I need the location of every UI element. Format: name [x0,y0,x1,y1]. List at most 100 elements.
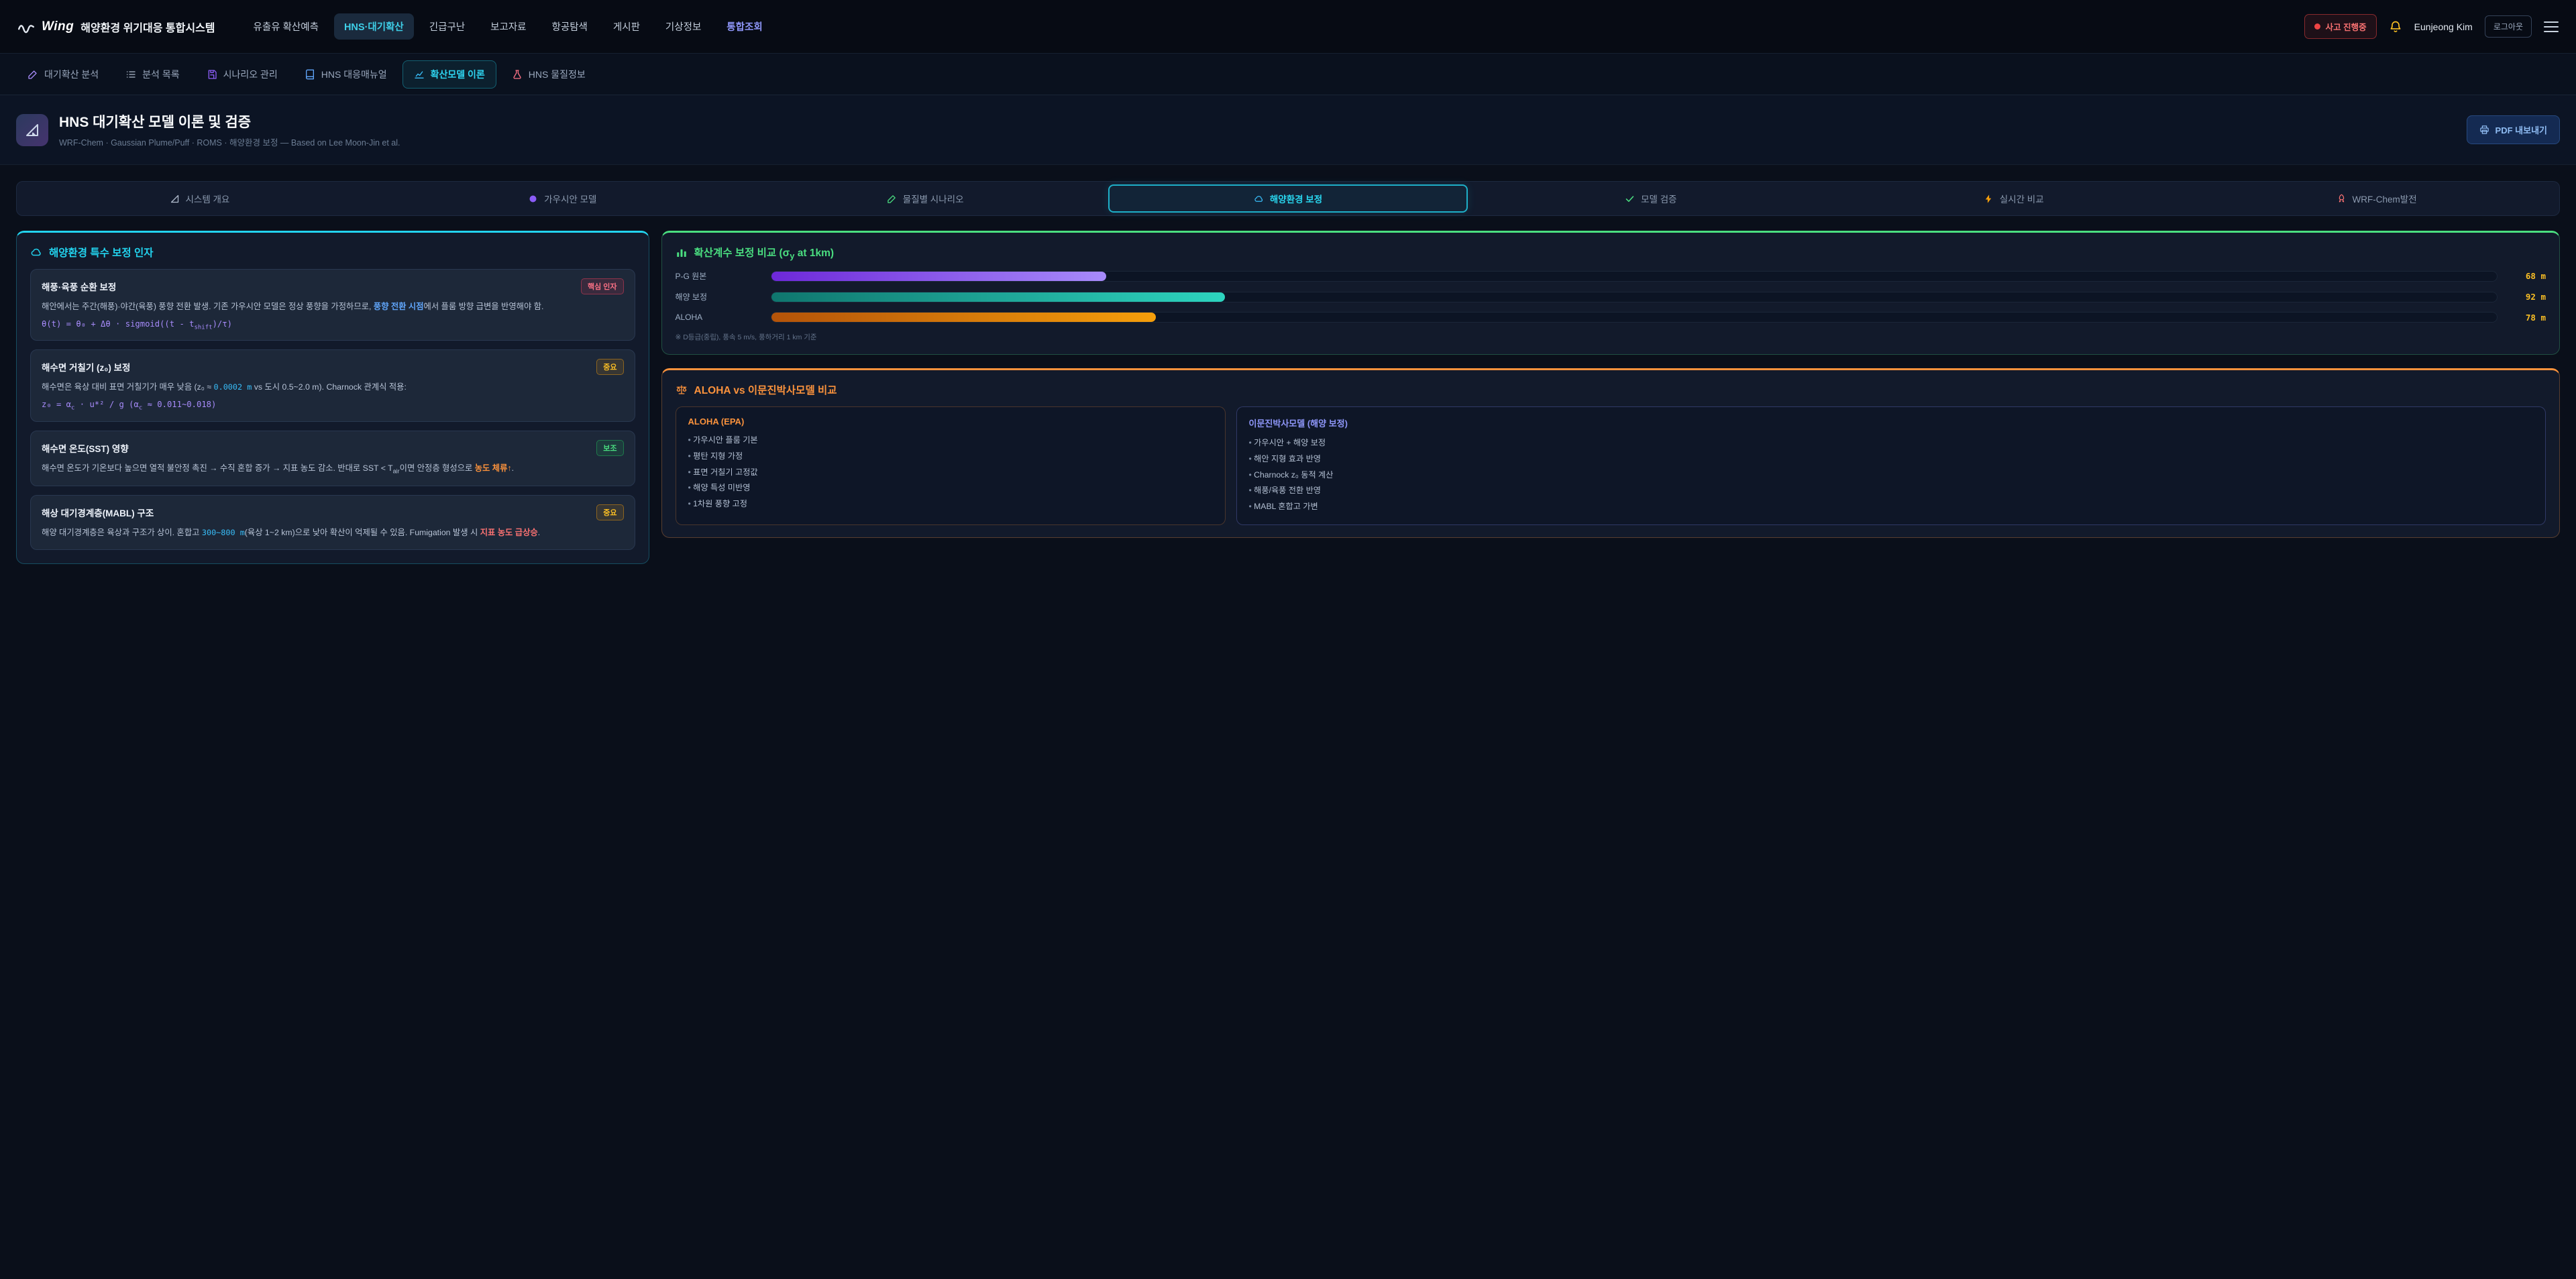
section-tab-marine-correction[interactable]: 해양환경 보정 [1108,184,1468,213]
pdf-export-button[interactable]: PDF 내보내기 [2467,115,2560,144]
list-item: 평탄 지형 가정 [688,449,1213,465]
bar-value: 78 m [2507,313,2546,323]
bar-row-aloha: ALOHA 78 m [676,312,2546,323]
nav-item-board[interactable]: 게시판 [603,13,650,40]
brand[interactable]: Wing 해양환경 위기대응 통합시스템 [17,18,215,36]
notification-bell-button[interactable] [2389,20,2402,34]
subtab-atmospheric-analysis[interactable]: 대기확산 분석 [16,60,110,89]
section-tab-realtime-comparison[interactable]: 실시간 비교 [1833,184,2194,213]
section-tab-wrf-chem[interactable]: WRF-Chem발전 [2196,184,2557,213]
bar-row-marine-corrected: 해양 보정 92 m [676,291,2546,302]
rocket-icon [2337,194,2347,204]
comparison-card-title: ALOHA vs 이문진박사모델 비교 [694,382,837,397]
model-comparison-card: ALOHA vs 이문진박사모델 비교 ALOHA (EPA) 가우시안 플룸 … [661,368,2561,538]
check-icon [1625,194,1635,204]
navbar-right: 사고 진행중 Eunjeong Kim 로그아웃 [2304,14,2559,39]
bar-track [771,312,2498,323]
section-tab-system-overview[interactable]: 시스템 개요 [19,184,380,213]
list-item: 해풍/육풍 전환 반영 [1249,483,2534,499]
subtab-label: 대기확산 분석 [44,68,99,81]
subtab-label: HNS 물질정보 [529,68,586,81]
subtab-label: 시나리오 관리 [223,68,278,81]
subtab-label: HNS 대응매뉴얼 [321,68,387,81]
list-icon [125,69,136,80]
nav-item-reports[interactable]: 보고자료 [480,13,536,40]
subtab-scenario-management[interactable]: 시나리오 관리 [195,60,289,89]
list-item: 해양 특성 미반영 [688,480,1213,496]
section-tab-label: WRF-Chem발전 [2353,192,2417,205]
comparison-grid: ALOHA (EPA) 가우시안 플룸 기본 평탄 지형 가정 표면 거칠기 고… [676,406,2546,525]
factor-sst-influence: 해수면 온도(SST) 영향 보조 해수면 온도가 기온보다 높으면 열적 불안… [30,431,635,487]
aloha-model-box: ALOHA (EPA) 가우시안 플룸 기본 평탄 지형 가정 표면 거칠기 고… [676,406,1226,525]
hamburger-menu-icon[interactable] [2544,19,2559,34]
logo-text: Wing [42,19,74,34]
list-item: 가우시안 플룸 기본 [688,433,1213,449]
subtab-analysis-list[interactable]: 분석 목록 [114,60,191,89]
bar-value: 68 m [2507,271,2546,281]
bar-fill-aloha [771,313,1156,322]
page-title: HNS 대기확산 모델 이론 및 검증 [59,111,400,131]
factor-body: 해양 대기경계층은 육상과 구조가 상이. 혼합고 300~800 m(육상 1… [42,526,624,540]
factor-badge: 보조 [596,440,623,456]
subtab-diffusion-model-theory[interactable]: 확산모델 이론 [402,60,496,89]
incident-status-label: 사고 진행중 [2326,20,2367,33]
sigma-card-header: 확산계수 보정 비교 (σy at 1km) [676,245,2546,261]
page-title-block: HNS 대기확산 모델 이론 및 검증 WRF-Chem · Gaussian … [59,111,400,148]
bar-chart-icon [676,247,688,259]
section-tab-label: 실시간 비교 [2000,192,2044,205]
main-content: 해양환경 특수 보정 인자 해풍·육풍 순환 보정 핵심 인자 해안에서는 주간… [0,216,2576,579]
list-item: MABL 혼합고 가변 [1249,499,2534,515]
marine-correction-card: 해양환경 특수 보정 인자 해풍·육풍 순환 보정 핵심 인자 해안에서는 주간… [16,231,649,564]
subtab-label: 분석 목록 [142,68,179,81]
moonjin-feature-list: 가우시안 + 해양 보정 해안 지형 효과 반영 Charnock z₀ 동적 … [1249,435,2534,515]
logout-button[interactable]: 로그아웃 [2485,15,2532,38]
cloud-icon [1254,194,1264,204]
set-square-ruler-icon [24,122,40,138]
section-tab-model-validation[interactable]: 모델 검증 [1470,184,1831,213]
nav-item-weather-info[interactable]: 기상정보 [655,13,711,40]
factor-title: 해수면 거칠기 (z₀) 보정 [42,360,130,374]
bar-label: P-G 원본 [676,270,761,282]
sigma-comparison-card: 확산계수 보정 비교 (σy at 1km) P-G 원본 68 m 해양 보정… [661,231,2561,355]
factor-sea-surface-roughness: 해수면 거칠기 (z₀) 보정 중요 해수면은 육상 대비 표면 거칠기가 매우… [30,349,635,421]
section-tab-gaussian-model[interactable]: 가우시안 모델 [382,184,743,213]
subtab-hns-substance-info[interactable]: HNS 물질정보 [500,60,597,89]
module-tab-bar: 대기확산 분석 분석 목록 시나리오 관리 HNS 대응매뉴얼 확산모델 이론 … [0,54,2576,95]
list-item: 표면 거칠기 고정값 [688,465,1213,481]
balance-scales-icon [676,384,688,396]
factor-formula: z₀ = αc · u*² / g (αc ≈ 0.011~0.018) [42,400,624,411]
marine-card-header: 해양환경 특수 보정 인자 [30,245,635,260]
marine-card-title: 해양환경 특수 보정 인자 [49,245,154,260]
section-tab-label: 해양환경 보정 [1270,192,1322,205]
nav-item-aerial-search[interactable]: 항공탐색 [542,13,598,40]
triangle-ruler-icon [170,194,180,204]
subtab-hns-response-manual[interactable]: HNS 대응매뉴얼 [293,60,398,89]
list-item: 1차원 풍향 고정 [688,496,1213,512]
pencil-icon [28,69,38,80]
nav-item-hns-atmospheric[interactable]: HNS·대기확산 [334,13,414,40]
list-item: 해안 지형 효과 반영 [1249,451,2534,467]
book-icon [305,69,315,80]
section-tab-substance-scenarios[interactable]: 물질별 시나리오 [745,184,1106,213]
nav-item-integrated-search[interactable]: 통합조회 [716,13,772,40]
bar-track [771,271,2498,282]
incident-status-badge: 사고 진행중 [2304,14,2377,39]
moonjin-model-box: 이문진박사모델 (해양 보정) 가우시안 + 해양 보정 해안 지형 효과 반영… [1236,406,2546,525]
pencil-icon [887,194,897,204]
main-menu: 유출유 확산예측 HNS·대기확산 긴급구난 보고자료 항공탐색 게시판 기상정… [244,13,773,40]
factor-formula: θ(t) = θ₀ + Δθ · sigmoid((t - tshift)/τ) [42,319,624,331]
subtab-label: 확산모델 이론 [431,68,485,81]
page-subtitle: WRF-Chem · Gaussian Plume/Puff · ROMS · … [59,135,400,148]
bell-icon [2389,20,2402,34]
status-dot-icon [2314,23,2320,30]
bar-fill-pg-original [771,272,1107,281]
user-name: Eunjeong Kim [2414,21,2473,32]
list-item: Charnock z₀ 동적 계산 [1249,467,2534,484]
bar-label: 해양 보정 [676,291,761,302]
nav-item-oil-spill-prediction[interactable]: 유출유 확산예측 [244,13,329,40]
gaussian-dot-icon [528,194,538,204]
bar-row-pg-original: P-G 원본 68 m [676,270,2546,282]
top-navbar: Wing 해양환경 위기대응 통합시스템 유출유 확산예측 HNS·대기확산 긴… [0,0,2576,54]
nav-item-emergency-rescue[interactable]: 긴급구난 [419,13,475,40]
factor-title: 해상 대기경계층(MABL) 구조 [42,506,154,519]
